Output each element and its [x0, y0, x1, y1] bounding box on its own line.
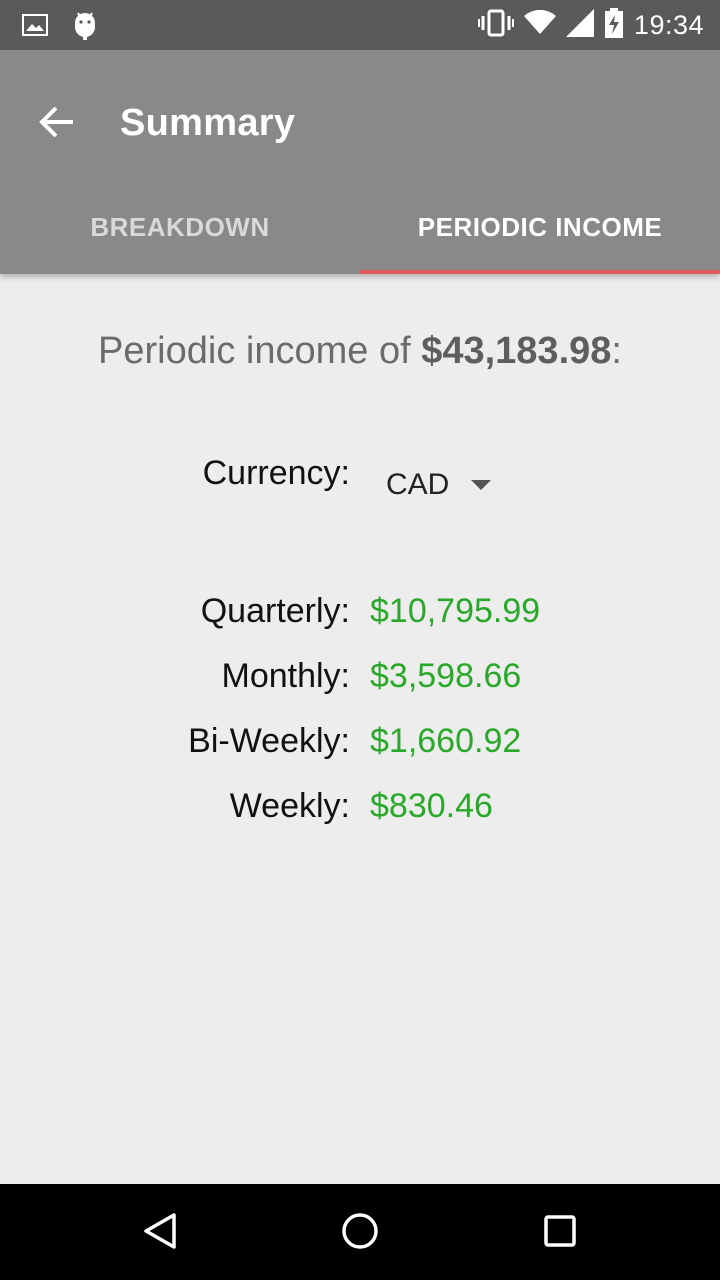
- recents-square-icon: [540, 1211, 580, 1256]
- dropdown-arrow-icon: [471, 480, 492, 490]
- home-circle-icon: [340, 1211, 380, 1256]
- tab-bar: BREAKDOWN PERIODIC INCOME: [0, 180, 720, 274]
- nav-recents-button[interactable]: [535, 1208, 585, 1258]
- signal-icon: [565, 9, 594, 42]
- page-title: Summary: [120, 102, 296, 144]
- battery-charging-icon: [604, 8, 624, 43]
- status-time: 19:34: [633, 10, 704, 40]
- income-row-weekly: Weekly: $830.46: [0, 787, 720, 852]
- arrow-back-icon: [39, 106, 75, 143]
- income-row-label: Monthly:: [221, 657, 351, 695]
- income-row-label: Weekly:: [229, 787, 350, 825]
- tab-periodic-income[interactable]: PERIODIC INCOME: [360, 180, 720, 274]
- status-bar: 19:34: [0, 0, 720, 50]
- tab-breakdown-label: BREAKDOWN: [90, 211, 270, 242]
- currency-label: Currency:: [202, 454, 350, 492]
- currency-selected-value: CAD: [386, 468, 450, 501]
- back-triangle-icon: [140, 1211, 180, 1256]
- currency-dropdown[interactable]: CAD: [386, 468, 492, 502]
- income-breakdown-list: Quarterly: $10,795.99 Monthly: $3,598.66…: [0, 592, 720, 852]
- tab-breakdown[interactable]: BREAKDOWN: [0, 180, 360, 274]
- income-row-label: Quarterly:: [200, 592, 350, 630]
- income-row-monthly: Monthly: $3,598.66: [0, 657, 720, 722]
- periodic-income-headline: Periodic income of $43,183.98:: [0, 330, 720, 373]
- back-button[interactable]: [30, 102, 84, 146]
- vibrate-icon: [477, 9, 514, 42]
- income-row-value: $3,598.66: [370, 657, 522, 695]
- income-row-value: $830.46: [370, 787, 493, 825]
- wifi-icon: [523, 9, 556, 41]
- app-bar: Summary BREAKDOWN PERIODIC INCOME: [0, 50, 720, 274]
- headline-suffix: :: [611, 330, 622, 372]
- income-row-quarterly: Quarterly: $10,795.99: [0, 592, 720, 657]
- income-row-bi-weekly: Bi-Weekly: $1,660.92: [0, 722, 720, 787]
- tab-periodic-income-label: PERIODIC INCOME: [417, 211, 663, 242]
- system-nav-bar: [0, 1184, 720, 1280]
- income-row-label: Bi-Weekly:: [188, 722, 350, 760]
- image-icon: [22, 14, 48, 41]
- nav-back-button[interactable]: [135, 1208, 185, 1258]
- headline-prefix: Periodic income of: [98, 330, 422, 372]
- total-income-amount: $43,183.98: [421, 330, 612, 372]
- income-row-value: $1,660.92: [370, 722, 522, 760]
- nav-home-button[interactable]: [335, 1208, 385, 1258]
- android-icon: [72, 10, 98, 45]
- periodic-income-panel: Periodic income of $43,183.98: Currency:…: [0, 274, 720, 1184]
- income-row-value: $10,795.99: [370, 592, 541, 630]
